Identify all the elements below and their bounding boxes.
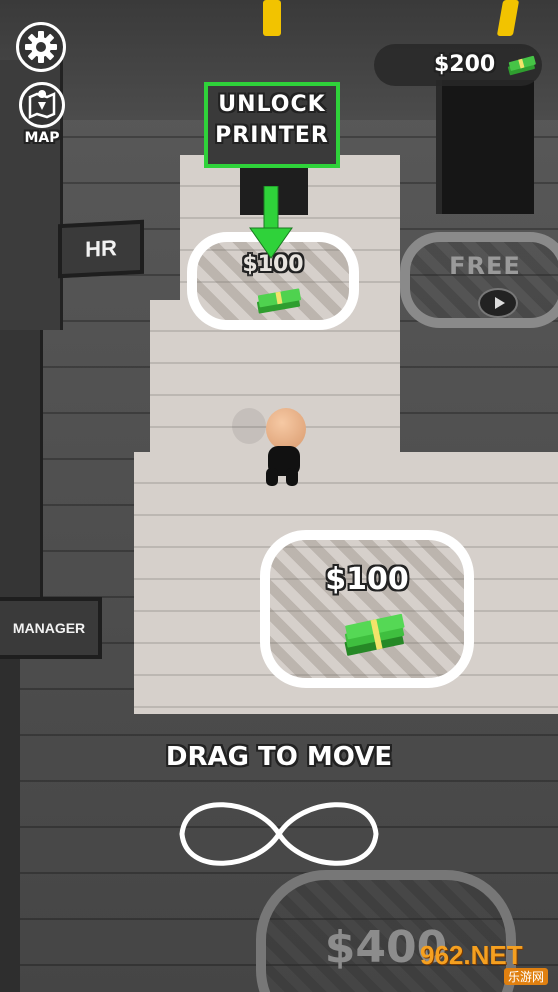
gear-icon bbox=[25, 31, 57, 63]
free-upgrade-pad[interactable]: FREE bbox=[400, 232, 558, 328]
game-scene[interactable]: MAP $200 HR MANAGER UNLOCK PRINTER $100 bbox=[0, 0, 558, 992]
cash-stack-icon bbox=[344, 614, 405, 656]
yellow-marker-icon bbox=[263, 0, 281, 36]
money-amount: $200 bbox=[434, 52, 496, 77]
watermark-subtitle: 乐游网 bbox=[503, 968, 548, 985]
character-shadow bbox=[232, 408, 266, 444]
manager-sign: MANAGER bbox=[0, 597, 102, 659]
left-wall-bottom bbox=[0, 650, 20, 992]
infinity-gesture-icon bbox=[179, 802, 379, 866]
hr-sign-label: HR bbox=[85, 235, 117, 262]
left-desk-lower bbox=[0, 330, 43, 610]
cash-stack-icon bbox=[507, 55, 536, 76]
character-leg bbox=[286, 468, 298, 486]
drag-to-move-label: DRAG TO MOVE bbox=[165, 742, 393, 772]
character-head bbox=[266, 408, 306, 450]
cash-stack-icon bbox=[256, 288, 302, 314]
play-icon[interactable] bbox=[478, 288, 518, 318]
free-pad-label: FREE bbox=[449, 252, 521, 280]
settings-button[interactable] bbox=[16, 22, 66, 72]
character-leg bbox=[266, 468, 278, 486]
hr-sign: HR bbox=[58, 219, 144, 279]
watermark-site: 962.NET bbox=[420, 940, 523, 970]
player-character[interactable] bbox=[232, 408, 314, 488]
map-label: MAP bbox=[24, 130, 60, 146]
map-icon bbox=[28, 90, 56, 119]
dark-machine bbox=[436, 80, 534, 214]
main-pad-price: $100 bbox=[325, 562, 409, 597]
money-counter: $200 bbox=[374, 44, 542, 86]
tooltip-line-1: UNLOCK bbox=[218, 92, 326, 117]
watermark: 962.NET 乐游网 bbox=[420, 940, 554, 988]
unlock-printer-tooltip: UNLOCK PRINTER bbox=[204, 82, 340, 168]
arrow-down-icon bbox=[249, 186, 293, 259]
manager-sign-label: MANAGER bbox=[12, 620, 86, 636]
map-button[interactable]: MAP bbox=[18, 82, 66, 146]
cash-unlock-pad[interactable]: $100 bbox=[260, 530, 474, 688]
tooltip-line-2: PRINTER bbox=[215, 123, 329, 148]
